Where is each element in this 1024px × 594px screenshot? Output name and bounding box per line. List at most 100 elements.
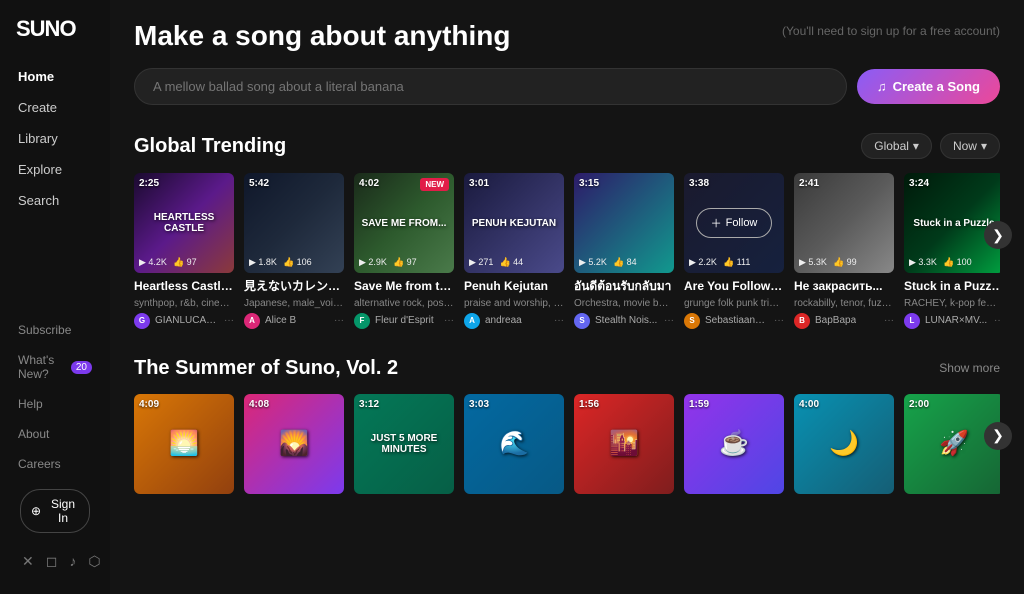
summer-section-header: The Summer of Suno, Vol. 2 Show more	[134, 357, 1000, 380]
sidebar-item-careers[interactable]: Careers	[10, 451, 100, 477]
artist-name: GIANLUCA_...	[155, 315, 219, 326]
card-thumbnail: 4:09 🌅	[134, 394, 234, 494]
card-artist: L LUNAR×MV... ···	[904, 313, 1000, 329]
trending-section: Global Trending Global ▾ Now ▾ 2:25	[134, 133, 1000, 329]
card-more-button[interactable]: ···	[994, 315, 1000, 326]
twitter-icon[interactable]: ✕	[22, 553, 34, 570]
instagram-icon[interactable]: ◻	[46, 553, 58, 570]
search-input[interactable]	[134, 68, 847, 105]
card-more-button[interactable]: ···	[334, 315, 344, 326]
card-thumbnail: 5:42 ▶ 1.8K 👍 106	[244, 173, 344, 273]
sidebar-item-explore[interactable]: Explore	[10, 155, 100, 184]
app-logo: SUNO	[0, 16, 110, 62]
trending-card-ton-ton[interactable]: 3:15 ▶ 5.2K 👍 84 อันดีต้อนรับกลับมา Orch…	[574, 173, 674, 329]
card-more-button[interactable]: ···	[554, 315, 564, 326]
card-duration: 1:59	[689, 399, 709, 410]
page-title: Make a song about anything	[134, 20, 510, 52]
summer-card-s6[interactable]: 1:59 ☕	[684, 394, 784, 500]
follow-button[interactable]: ＋ Follow	[696, 208, 773, 238]
card-more-button[interactable]: ···	[664, 315, 674, 326]
card-title: Не закрасить...	[794, 279, 894, 295]
show-more-link[interactable]: Show more	[939, 361, 1000, 375]
card-more-button[interactable]: ···	[884, 315, 894, 326]
now-filter-button[interactable]: Now ▾	[940, 133, 1000, 159]
card-duration: 1:56	[579, 399, 599, 410]
card-genre: Japanese, male_voice, e...	[244, 298, 344, 309]
summer-card-s4[interactable]: 3:03 🌊	[464, 394, 564, 500]
summer-cards-container: 4:09 🌅 4:08 🌄 3:12 JUST 5 MORE MINUTES 3…	[134, 394, 1000, 500]
sidebar-item-create[interactable]: Create	[10, 93, 100, 122]
card-title: 見えないカレンダー	[244, 279, 344, 295]
artist-name: BapBapa	[815, 315, 856, 326]
like-count: 👍 106	[283, 257, 312, 268]
card-thumbnail: 1:59 ☕	[684, 394, 784, 494]
trending-card-he-zakrasit[interactable]: 2:41 ▶ 5.3K 👍 99 Не закрасить... rockabi…	[794, 173, 894, 329]
sign-in-button[interactable]: ⊕ Sign In	[20, 489, 90, 533]
card-title: Heartless Castle 😎	[134, 279, 234, 295]
card-title: Stuck in a Puzzle x...	[904, 279, 1000, 295]
summer-card-s1[interactable]: 4:09 🌅	[134, 394, 234, 500]
play-count: ▶ 4.2K	[139, 257, 167, 268]
sidebar-item-about[interactable]: About	[10, 421, 100, 447]
card-more-button[interactable]: ···	[444, 315, 454, 326]
trending-card-heartless-castle[interactable]: 2:25 HEARTLESS CASTLE ▶ 4.2K 👍 97 Heartl…	[134, 173, 234, 329]
global-filter-label: Global	[874, 139, 909, 153]
card-duration: 3:38	[689, 178, 709, 189]
card-duration: 2:25	[139, 178, 159, 189]
trending-title: Global Trending	[134, 135, 286, 158]
trending-card-are-you-following[interactable]: 3:38 ＋ Follow ▶ 2.2K 👍 111 Are You Follo…	[684, 173, 784, 329]
card-more-button[interactable]: ···	[224, 315, 234, 326]
summer-card-s2[interactable]: 4:08 🌄	[244, 394, 344, 500]
card-thumbnail: 3:38 ＋ Follow ▶ 2.2K 👍 111	[684, 173, 784, 273]
summer-card-s8[interactable]: 2:00 🚀	[904, 394, 1000, 500]
card-artist: A Alice B ···	[244, 313, 344, 329]
summer-card-s7[interactable]: 4:00 🌙	[794, 394, 894, 500]
card-duration: 3:12	[359, 399, 379, 410]
global-filter-button[interactable]: Global ▾	[861, 133, 932, 159]
sidebar-item-subscribe[interactable]: Subscribe	[10, 317, 100, 343]
card-artist: S SebastiaanV... ···	[684, 313, 784, 329]
tiktok-icon[interactable]: ♪	[69, 553, 76, 570]
like-count: 👍 44	[499, 257, 523, 268]
trending-card-save-me-from-fall[interactable]: 4:02 NEW SAVE ME FROM... ▶ 2.9K 👍 97 Sav…	[354, 173, 454, 329]
sidebar-item-home[interactable]: Home	[10, 62, 100, 91]
card-genre: RACHEY, k-pop female v...	[904, 298, 1000, 309]
sidebar-item-whats-new[interactable]: What's New? 20	[10, 347, 100, 387]
card-thumbnail: 3:15 ▶ 5.2K 👍 84	[574, 173, 674, 273]
sidebar-item-library[interactable]: Library	[10, 124, 100, 153]
card-more-button[interactable]: ···	[774, 315, 784, 326]
card-genre: alternative rock, post roc...	[354, 298, 454, 309]
artist-avatar: F	[354, 313, 370, 329]
sidebar-item-help[interactable]: Help	[10, 391, 100, 417]
play-count: ▶ 3.3K	[909, 257, 937, 268]
trending-card-mienai-calendar[interactable]: 5:42 ▶ 1.8K 👍 106 見えないカレンダー Japanese, ma…	[244, 173, 344, 329]
play-count: ▶ 5.3K	[799, 257, 827, 268]
card-genre: grunge folk punk triphop ...	[684, 298, 784, 309]
summer-next-button[interactable]: ❯	[984, 422, 1012, 450]
artist-name: andreaa	[485, 315, 522, 326]
sign-in-label: Sign In	[47, 497, 79, 525]
card-stats: ▶ 5.3K 👍 99	[799, 257, 857, 268]
sidebar-bottom: Subscribe What's New? 20 Help About Care…	[0, 317, 110, 578]
new-badge: NEW	[420, 178, 449, 191]
play-count: ▶ 2.2K	[689, 257, 717, 268]
card-artist: A andreaa ···	[464, 313, 564, 329]
trending-next-button[interactable]: ❯	[984, 221, 1012, 249]
trending-card-stuck-in-puzzle[interactable]: 3:24 Stuck in a Puzzle ▶ 3.3K 👍 100 Stuc…	[904, 173, 1000, 329]
card-thumbnail: 2:41 ▶ 5.3K 👍 99	[794, 173, 894, 273]
trending-section-header: Global Trending Global ▾ Now ▾	[134, 133, 1000, 159]
card-stats: ▶ 1.8K 👍 106	[249, 257, 312, 268]
summer-card-s3[interactable]: 3:12 JUST 5 MORE MINUTES	[354, 394, 454, 500]
discord-icon[interactable]: ⬡	[88, 553, 100, 570]
card-artist: G GIANLUCA_... ···	[134, 313, 234, 329]
card-genre: praise and worship, chris...	[464, 298, 564, 309]
trending-card-penuh-kejutan[interactable]: 3:01 PENUH KEJUTAN ▶ 271 👍 44 Penuh Keju…	[464, 173, 564, 329]
create-song-button[interactable]: ♫ Create a Song	[857, 69, 1000, 104]
sidebar-item-search[interactable]: Search	[10, 186, 100, 215]
music-note-icon: ♫	[877, 79, 887, 94]
summer-card-s5[interactable]: 1:56 🌇	[574, 394, 674, 500]
play-count: ▶ 271	[469, 257, 493, 268]
artist-avatar: B	[794, 313, 810, 329]
card-title: Are You Following?	[684, 279, 784, 295]
artist-avatar: S	[684, 313, 700, 329]
